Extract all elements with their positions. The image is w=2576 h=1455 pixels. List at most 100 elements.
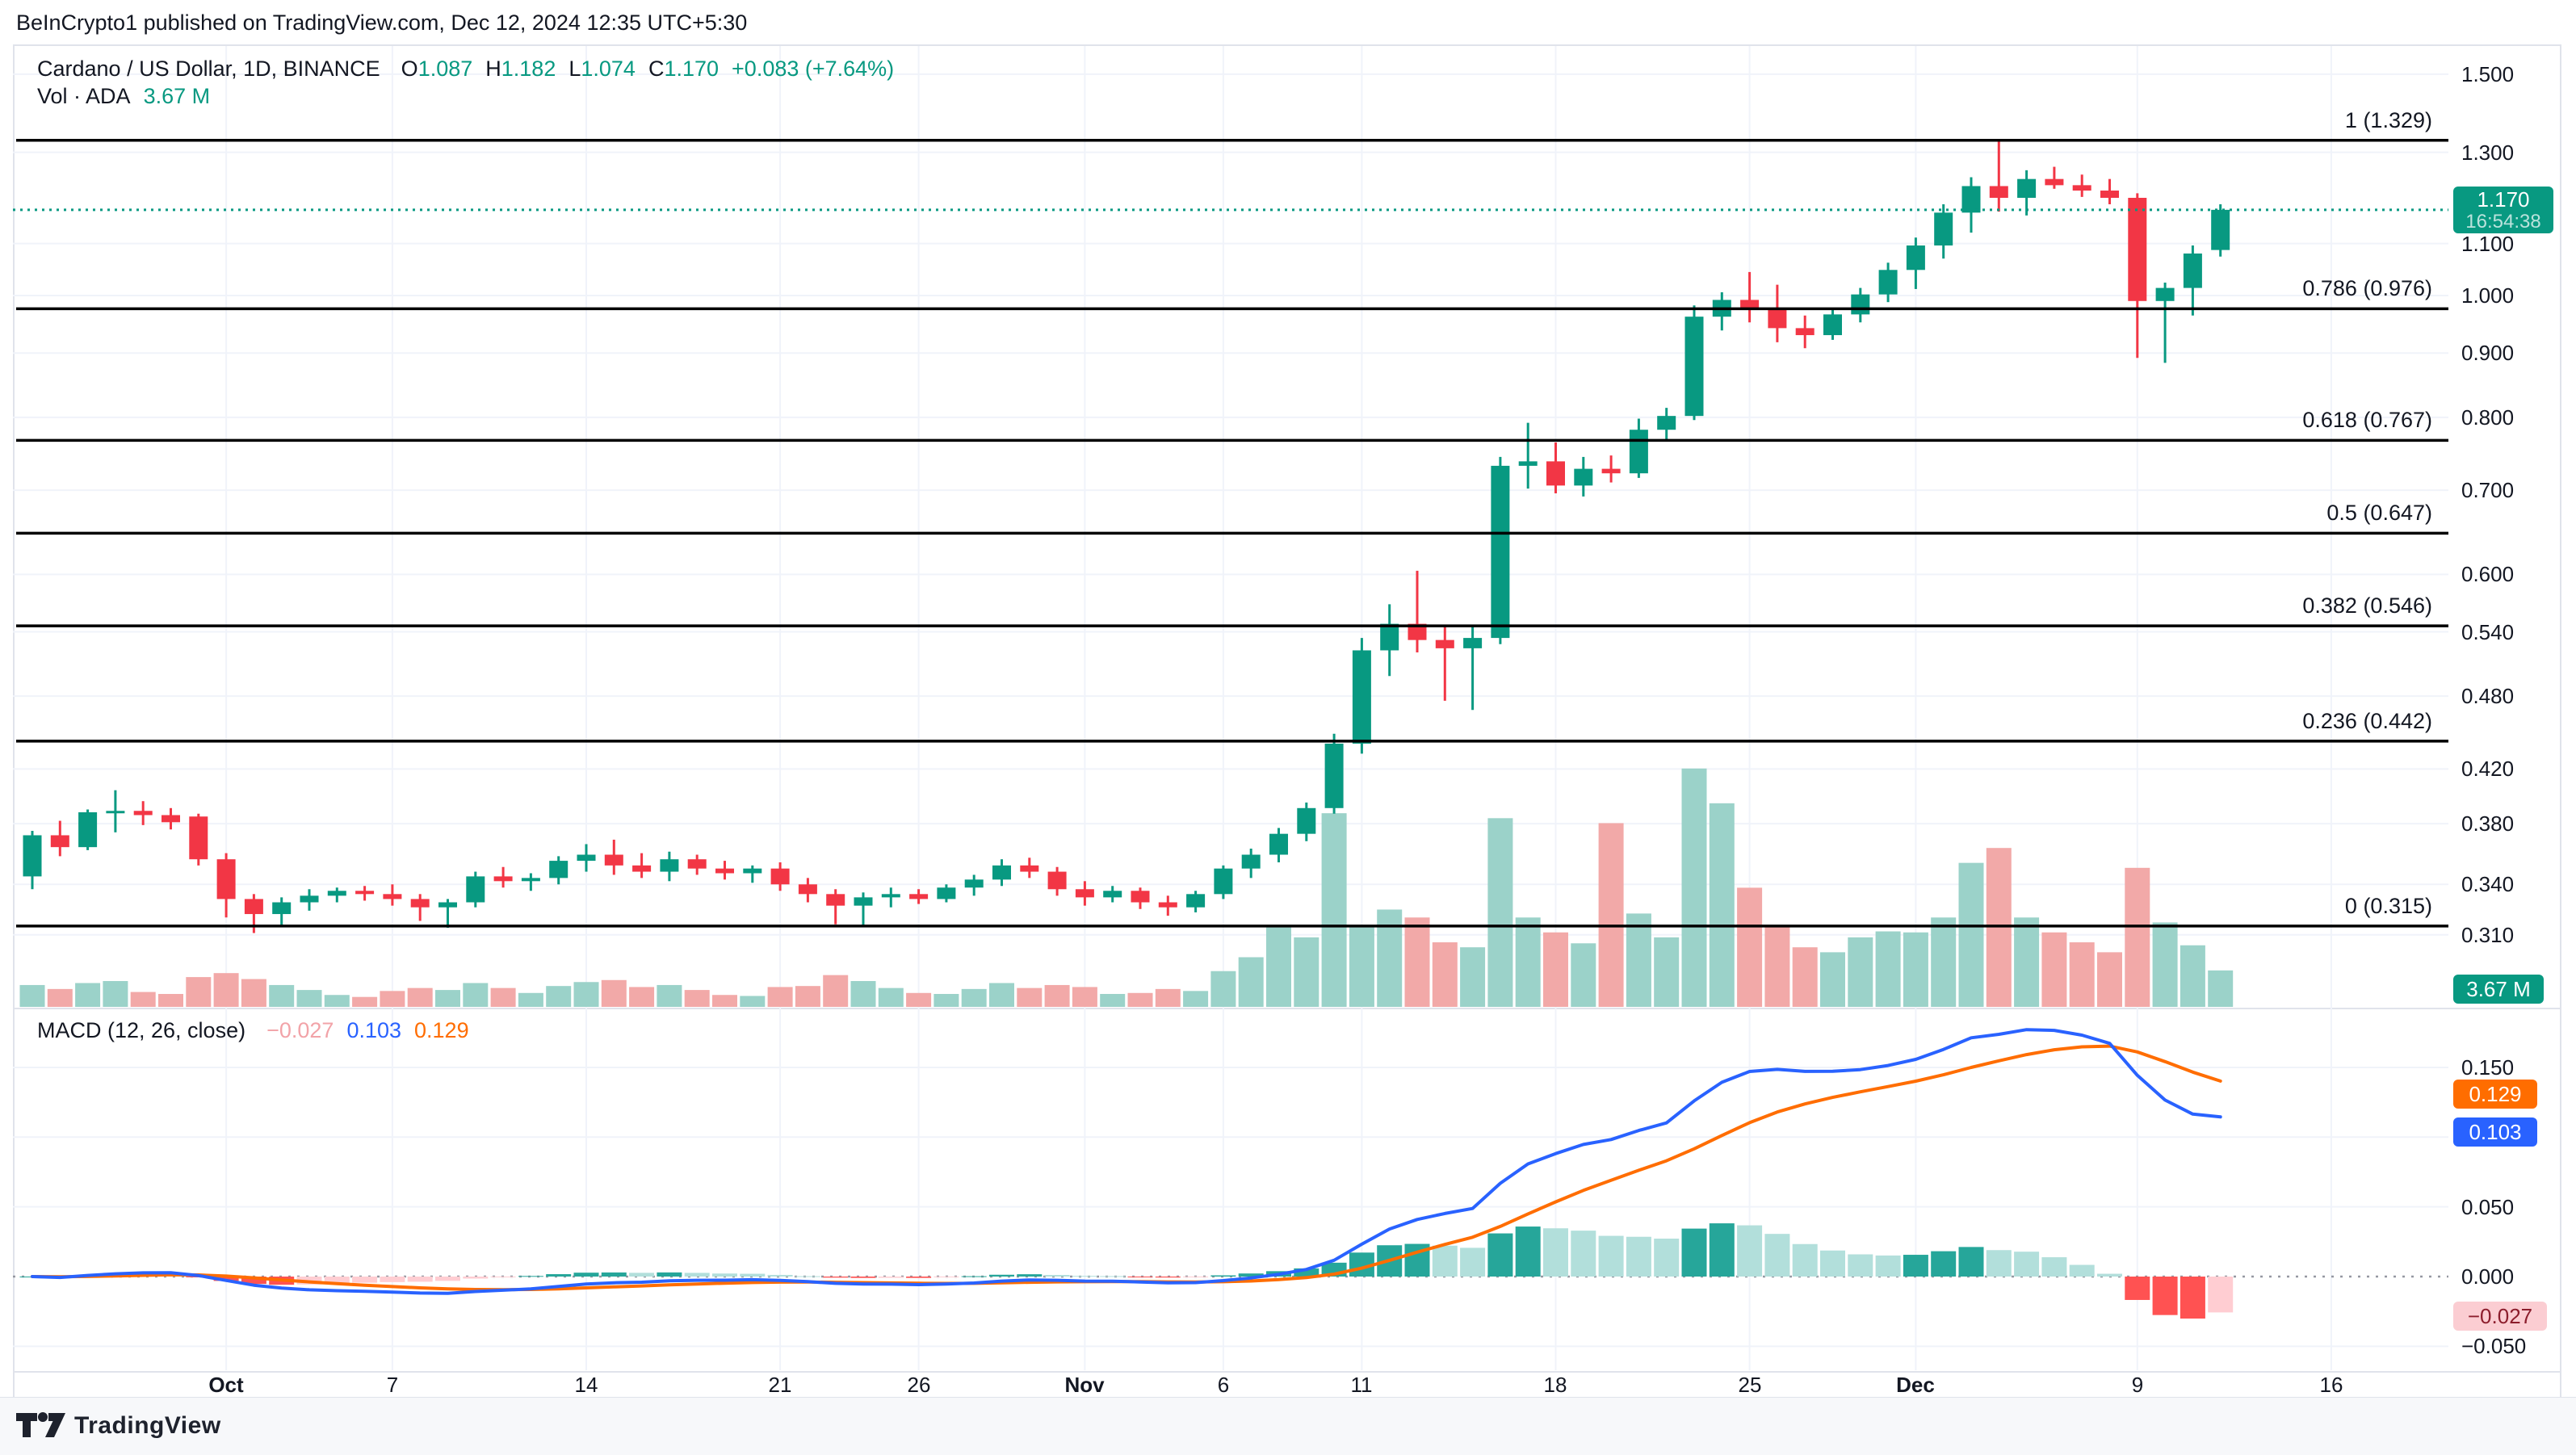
volume-bar [1764, 925, 1789, 1007]
candle [272, 903, 291, 915]
macd-histogram-bar [1682, 1229, 1707, 1277]
volume-bar [1516, 917, 1541, 1007]
time-axis-label: 26 [871, 1373, 967, 1397]
macd-histogram-bar [1210, 1276, 1236, 1277]
macd-histogram-bar [408, 1277, 433, 1281]
fib-level-label[interactable]: 0 (0.315) [1980, 894, 2432, 919]
macd-histogram-bar [2125, 1277, 2150, 1300]
volume-badge-value: 3.67 M [2466, 977, 2531, 1002]
candle [992, 866, 1011, 880]
candle [1131, 891, 1150, 902]
candle [522, 878, 540, 881]
fib-level-label[interactable]: 1 (1.329) [1980, 108, 2432, 133]
volume-bar [906, 993, 931, 1007]
candle [799, 884, 817, 894]
macd-histogram-bar [1100, 1276, 1125, 1277]
candle [937, 887, 955, 899]
volume-bar [1349, 928, 1374, 1007]
candle [743, 869, 761, 874]
candle [2100, 191, 2119, 198]
price-axis-label: 0.600 [2461, 562, 2514, 586]
macd-legend[interactable]: MACD (12, 26, close) −0.027 0.103 0.129 [37, 1018, 469, 1043]
volume-bar [879, 988, 904, 1007]
candle [134, 811, 153, 815]
macd-histogram-bar [435, 1277, 460, 1281]
volume-bar [602, 980, 627, 1007]
volume-bar [712, 995, 737, 1007]
time-axis-label: 25 [1701, 1373, 1798, 1397]
fib-level-label[interactable]: 0.382 (0.546) [1980, 593, 2432, 618]
macd-line-badge-value: 0.103 [2469, 1120, 2521, 1145]
candle [1823, 314, 1842, 335]
macd-histogram-bar [574, 1273, 599, 1277]
macd-histogram-bar [1487, 1234, 1512, 1277]
candle [189, 816, 208, 859]
time-axis-label: 7 [344, 1373, 441, 1397]
symbol-title[interactable]: Cardano / US Dollar, 1D, BINANCE [37, 57, 380, 82]
macd-histogram-bar [518, 1276, 543, 1277]
macd-histogram-bar [989, 1275, 1014, 1277]
candle [1990, 186, 2008, 198]
candle [383, 894, 401, 899]
candle [1020, 866, 1038, 872]
volume-bar [241, 979, 266, 1007]
candle [438, 903, 457, 908]
macd-histogram-bar [2041, 1257, 2066, 1277]
candle [1879, 270, 1898, 294]
volume-bar [1072, 987, 1097, 1007]
candle [1436, 640, 1454, 648]
volume-bar [768, 987, 793, 1007]
candle [771, 869, 790, 885]
candle [1353, 650, 1371, 744]
volume-study-value: 3.67 M [144, 84, 211, 109]
volume-bar [1682, 769, 1707, 1007]
candle [1214, 869, 1232, 895]
candle [2073, 185, 2091, 191]
volume-bar [1433, 942, 1458, 1007]
fib-level-label[interactable]: 0.236 (0.442) [1980, 709, 2432, 734]
volume-bar [685, 990, 710, 1007]
macd-histogram-bar [2097, 1274, 2122, 1277]
bar-countdown: 16:54:38 [2465, 212, 2540, 232]
volume-bar [933, 994, 959, 1007]
macd-histogram-bar [1571, 1231, 1596, 1277]
macd-histogram-bar [879, 1277, 904, 1278]
footer[interactable]: TradingView [16, 1411, 221, 1440]
volume-bar [1599, 823, 1624, 1007]
macd-signal-badge-value: 0.129 [2469, 1082, 2521, 1107]
macd-histogram-bar [546, 1274, 571, 1277]
macd-histogram-bar [1543, 1228, 1568, 1277]
fib-level-label[interactable]: 0.618 (0.767) [1980, 408, 2432, 433]
volume-bar [131, 992, 156, 1007]
volume-study-label: Vol · ADA [37, 84, 131, 109]
macd-hist-badge: −0.027 [2453, 1302, 2547, 1331]
macd-histogram-bar [2070, 1265, 2095, 1277]
volume-bar [186, 977, 211, 1007]
volume-bar [823, 975, 848, 1007]
time-axis-label: Oct [178, 1373, 275, 1397]
candle [909, 894, 928, 899]
fib-level-label[interactable]: 0.5 (0.647) [1980, 501, 2432, 526]
macd-histogram-bar [1072, 1276, 1097, 1277]
volume-bar [380, 991, 405, 1007]
candle [1491, 466, 1509, 638]
volume-bar [1820, 952, 1845, 1007]
macd-title[interactable]: MACD (12, 26, close) [37, 1018, 245, 1043]
volume-bar [1571, 943, 1596, 1007]
volume-bar [1210, 971, 1236, 1007]
volume-bar [518, 993, 543, 1007]
volume-legend[interactable]: Vol · ADA 3.67 M [37, 84, 210, 109]
candle [1546, 461, 1565, 485]
candle [826, 894, 845, 905]
fib-level-label[interactable]: 0.786 (0.976) [1980, 276, 2432, 301]
candle [1962, 186, 1981, 212]
volume-bar [2125, 868, 2150, 1007]
tradingview-snapshot: BeInCrypto1 published on TradingView.com… [0, 0, 2576, 1455]
close-value: 1.170 [664, 57, 719, 82]
candle [1076, 889, 1094, 897]
volume-bar [2153, 922, 2178, 1007]
candle [1186, 894, 1205, 907]
candle [217, 859, 236, 899]
symbol-legend[interactable]: Cardano / US Dollar, 1D, BINANCE O1.087 … [37, 57, 894, 82]
time-axis-label: 14 [538, 1373, 635, 1397]
